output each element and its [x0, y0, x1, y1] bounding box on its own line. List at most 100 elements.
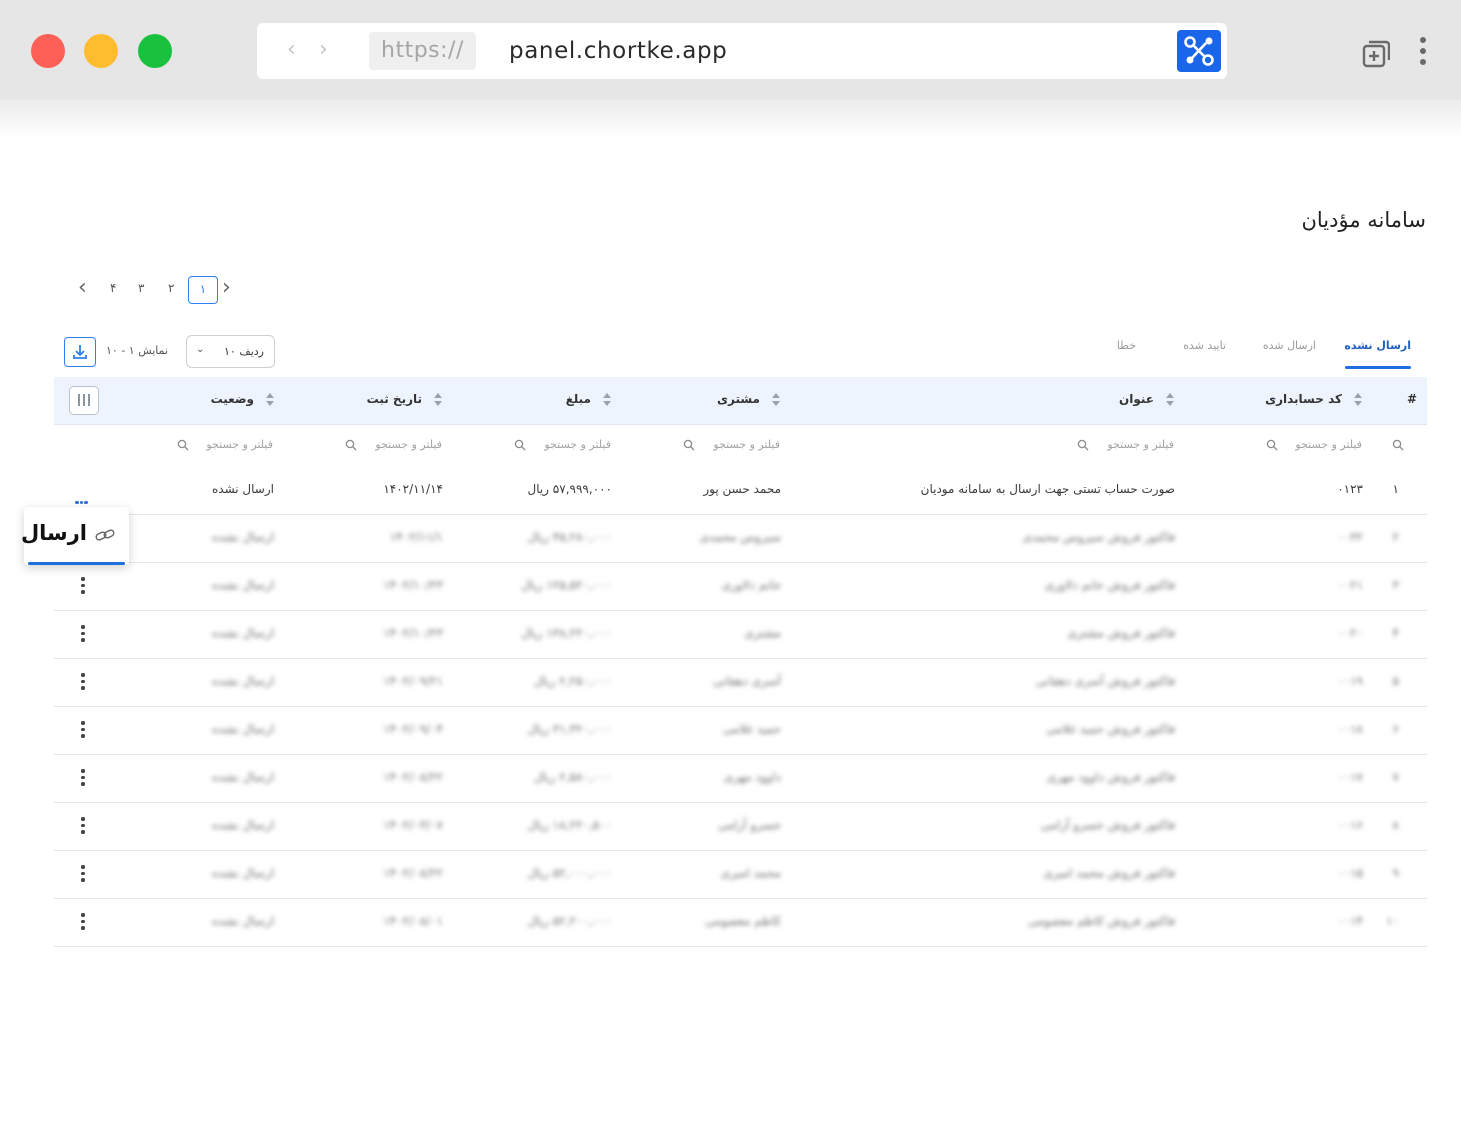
- cell-index: ۴: [1392, 626, 1399, 640]
- cell-index: ۸: [1392, 818, 1399, 832]
- chevron-down-icon: ⌄: [196, 344, 205, 355]
- search-icon: [1077, 439, 1089, 451]
- send-link-icon: [95, 529, 115, 541]
- table-row[interactable]: ۲ ۰۰۳۲ فاکتور فروش سیروس محمدی سیروس محمدی ۴…: [54, 515, 1427, 563]
- app-logo-icon[interactable]: [1177, 30, 1221, 72]
- filter-code-input[interactable]: فیلتر و جستجو: [1295, 438, 1362, 451]
- table-row[interactable]: ۸ ۰۰۱۶ فاکتور فروش خسرو آرامی خسرو آرامی ۱۸,…: [54, 803, 1427, 851]
- table-row[interactable]: ۳ ۰۰۲۱ فاکتور فروش خانم دلاوری خانم دلاوری ۱…: [54, 563, 1427, 611]
- cell-code: ۰۰۱۶: [1337, 818, 1363, 832]
- toolbar-shadow: [0, 100, 1461, 140]
- kebab-menu-icon[interactable]: [1418, 37, 1428, 71]
- cell-amount: ۵۲,۰۰۰,۰۰۰ ریال: [527, 866, 612, 880]
- cell-customer: مشتری: [744, 626, 781, 640]
- sort-icon[interactable]: [603, 393, 611, 407]
- minimize-window-button[interactable]: [84, 34, 118, 68]
- row-actions-icon[interactable]: [81, 769, 85, 787]
- page-4[interactable]: ۴: [110, 281, 116, 295]
- table-row[interactable]: ۹ ۰۰۱۵ فاکتور فروش محمد امیری محمد امیری ۵۲,…: [54, 851, 1427, 899]
- page-1-current[interactable]: ۱: [188, 276, 218, 304]
- sort-icon[interactable]: [1354, 393, 1362, 407]
- chevron-left-icon[interactable]: ‹: [287, 37, 296, 62]
- send-action-popup[interactable]: ارسال: [20, 507, 129, 565]
- row-actions-icon[interactable]: [81, 913, 85, 931]
- cell-amount: ۱۲۵,۵۲۰,۰۰۰ ریال: [521, 578, 612, 592]
- tab-not-sent[interactable]: ارسال نشده: [1344, 339, 1411, 352]
- col-code[interactable]: کد حسابداری: [1265, 392, 1342, 406]
- filter-date-input[interactable]: فیلتر و جستجو: [375, 438, 442, 451]
- cell-title: صورت حساب تستی جهت ارسال به سامانه مودیا…: [920, 482, 1175, 496]
- row-actions-icon[interactable]: [75, 489, 93, 504]
- cell-amount: ۳۱,۳۲۰,۰۰۰ ریال: [527, 722, 612, 736]
- row-actions-icon[interactable]: [81, 673, 85, 691]
- showing-range: نمایش ۱ - ۱۰: [106, 344, 169, 357]
- cell-status: ارسال نشده: [211, 578, 274, 592]
- next-page-icon[interactable]: ›: [222, 275, 231, 300]
- active-tab-indicator: [1345, 366, 1411, 369]
- col-status[interactable]: وضعیت: [211, 392, 254, 406]
- cell-amount: ۵۲,۲۰۰,۰۰۰ ریال: [527, 914, 612, 928]
- address-bar[interactable]: ‹ › https:// panel.chortke.app: [257, 23, 1227, 79]
- table-row[interactable]: ۴ ۰۰۲۰ فاکتور فروش مشتری مشتری ۱۳۸,۲۲۰,۰۰۰ ر…: [54, 611, 1427, 659]
- cell-code: ۰۰۱۵: [1337, 866, 1363, 880]
- chevron-right-icon[interactable]: ›: [319, 37, 328, 62]
- rows-per-page-select[interactable]: ⌄ ردیف ۱۰: [186, 335, 275, 368]
- col-customer[interactable]: مشتری: [717, 392, 760, 406]
- table-row[interactable]: ۶ ۰۰۱۸ فاکتور فروش حمید غلامی حمید غلامی ۳۱,…: [54, 707, 1427, 755]
- table-row[interactable]: ۵ ۰۰۱۹ فاکتور فروش آسری دهقانی آسری دهقانی ۲…: [54, 659, 1427, 707]
- row-actions-icon[interactable]: [81, 721, 85, 739]
- cell-date: ۱۴۰۲/۰۸/۲۲: [383, 770, 443, 784]
- cell-customer: سیروس محمدی: [699, 530, 781, 544]
- page-2[interactable]: ۲: [168, 281, 174, 295]
- cell-amount: ۴۵,۲۸۰,۰۰۰ ریال: [527, 530, 612, 544]
- cell-title: فاکتور فروش سیروس محمدی: [1022, 530, 1175, 544]
- cell-date: ۱۴۰۲/۰۹/۲۱: [383, 674, 443, 688]
- send-action-label: ارسال: [20, 521, 87, 545]
- close-window-button[interactable]: [31, 34, 65, 68]
- cell-code: ۰۰۱۷: [1337, 770, 1363, 784]
- sort-icon[interactable]: [266, 393, 274, 407]
- prev-page-icon[interactable]: ‹: [78, 275, 87, 300]
- search-icon[interactable]: [1392, 439, 1404, 451]
- table-row[interactable]: ۷ ۰۰۱۷ فاکتور فروش داوود مهری داوود مهری ۲,۵…: [54, 755, 1427, 803]
- col-amount[interactable]: مبلغ: [566, 392, 591, 406]
- cell-status: ارسال نشده: [211, 482, 274, 496]
- new-tab-icon[interactable]: [1362, 40, 1390, 68]
- cell-amount: ۱۸,۲۲۰,۵۰۰ ریال: [527, 818, 612, 832]
- col-date[interactable]: تاریخ ثبت: [367, 392, 422, 406]
- download-button[interactable]: [64, 337, 96, 367]
- tab-approved[interactable]: تایید شده: [1183, 339, 1226, 352]
- cell-title: فاکتور فروش داوود مهری: [1046, 770, 1175, 784]
- cell-title: فاکتور فروش خسرو آرامی: [1040, 818, 1175, 832]
- cell-code: ۰۰۱۴: [1337, 914, 1363, 928]
- tab-sent[interactable]: ارسال شده: [1263, 339, 1316, 352]
- cell-status: ارسال نشده: [211, 770, 274, 784]
- row-actions-icon[interactable]: [81, 817, 85, 835]
- columns-toggle-button[interactable]: [69, 386, 99, 415]
- sort-icon[interactable]: [1166, 393, 1174, 407]
- filter-amount-input[interactable]: فیلتر و جستجو: [544, 438, 611, 451]
- cell-index: ۲: [1392, 530, 1399, 544]
- filter-status-input[interactable]: فیلتر و جستجو: [206, 438, 273, 451]
- sort-icon[interactable]: [434, 393, 442, 407]
- filter-customer-input[interactable]: فیلتر و جستجو: [713, 438, 780, 451]
- url-scheme: https://: [369, 32, 476, 70]
- cell-customer: کاظم معصومی: [705, 914, 781, 928]
- col-title[interactable]: عنوان: [1119, 392, 1154, 406]
- cell-customer: خانم دلاوری: [721, 578, 781, 592]
- cell-status: ارسال نشده: [211, 626, 274, 640]
- table-row[interactable]: ۱ ۰۱۲۳ صورت حساب تستی جهت ارسال به سامانه …: [54, 467, 1427, 515]
- sort-icon[interactable]: [772, 393, 780, 407]
- row-actions-icon[interactable]: [81, 625, 85, 643]
- page-3[interactable]: ۳: [138, 281, 144, 295]
- cell-title: فاکتور فروش خانم دلاوری: [1044, 578, 1175, 592]
- maximize-window-button[interactable]: [138, 34, 172, 68]
- table-row[interactable]: ۱۰ ۰۰۱۴ فاکتور فروش کاظم معصومی کاظم معصومی…: [54, 899, 1427, 947]
- tab-error[interactable]: خطا: [1117, 339, 1136, 352]
- cell-customer: داوود مهری: [723, 770, 781, 784]
- row-actions-icon[interactable]: [81, 577, 85, 595]
- row-actions-icon[interactable]: [81, 865, 85, 883]
- search-icon: [345, 439, 357, 451]
- url-host[interactable]: panel.chortke.app: [509, 33, 727, 69]
- filter-title-input[interactable]: فیلتر و جستجو: [1107, 438, 1174, 451]
